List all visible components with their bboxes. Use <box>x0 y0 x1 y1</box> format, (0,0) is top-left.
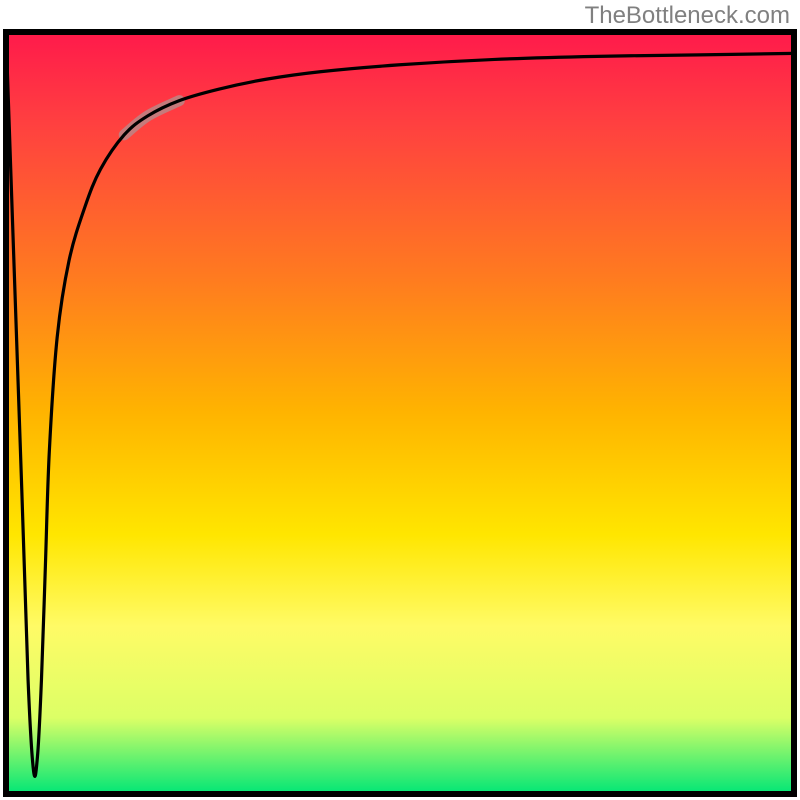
chart-container: TheBottleneck.com <box>0 0 800 800</box>
watermark-text: TheBottleneck.com <box>585 2 790 30</box>
bottleneck-chart <box>0 0 800 800</box>
gradient-background <box>6 32 794 794</box>
